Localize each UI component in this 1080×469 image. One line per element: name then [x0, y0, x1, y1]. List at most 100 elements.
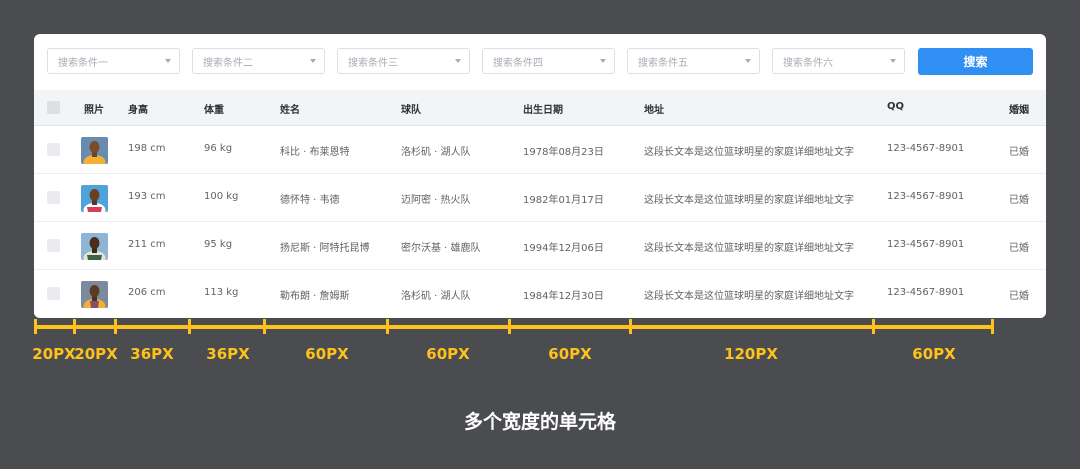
- measure-tick: [188, 319, 191, 334]
- measure-label: 36PX: [206, 345, 250, 363]
- cell-marital: 已婚: [1009, 195, 1029, 206]
- cell-name: 扬尼斯 · 阿特托昆博: [280, 243, 370, 254]
- cell-name: 勒布朗 · 詹姆斯: [280, 291, 350, 302]
- data-table-card: 搜索条件一 搜索条件二 搜索条件三 搜索条件四 搜索条件五 搜索条件六 搜索 照…: [34, 34, 1046, 318]
- search-condition-5-select[interactable]: 搜索条件五: [627, 48, 760, 74]
- cell-height: 193 cm: [128, 191, 166, 202]
- cell-name: 德怀特 · 韦德: [280, 195, 340, 206]
- row-checkbox[interactable]: [47, 287, 60, 300]
- measure-tick: [629, 319, 632, 334]
- search-condition-2-placeholder: 搜索条件二: [203, 58, 253, 69]
- measure-label: 60PX: [548, 345, 592, 363]
- chevron-down-icon: [310, 59, 316, 63]
- row-checkbox[interactable]: [47, 191, 60, 204]
- cell-team: 迈阿密 · 热火队: [401, 195, 471, 206]
- player-photo: [81, 281, 108, 308]
- chevron-down-icon: [455, 59, 461, 63]
- search-condition-6-placeholder: 搜索条件六: [783, 58, 833, 69]
- cell-name: 科比 · 布莱恩特: [280, 147, 350, 158]
- column-header-name[interactable]: 姓名: [280, 101, 300, 116]
- chevron-down-icon: [745, 59, 751, 63]
- player-avatar-icon: [81, 137, 108, 164]
- table-row[interactable]: 198 cm 96 kg 科比 · 布莱恩特 洛杉矶 · 湖人队 1978年08…: [34, 126, 1046, 174]
- search-condition-6-select[interactable]: 搜索条件六: [772, 48, 905, 74]
- select-all-checkbox[interactable]: [47, 101, 60, 114]
- measure-label: 60PX: [912, 345, 956, 363]
- column-width-measure-bar: [34, 319, 994, 335]
- column-header-address[interactable]: 地址: [644, 101, 664, 116]
- search-condition-1-placeholder: 搜索条件一: [58, 58, 108, 69]
- chevron-down-icon: [890, 59, 896, 63]
- figure-caption: 多个宽度的单元格: [463, 411, 616, 433]
- measure-tick: [73, 319, 76, 334]
- cell-address: 这段长文本是这位篮球明星的家庭详细地址文字: [644, 243, 854, 254]
- search-condition-5-placeholder: 搜索条件五: [638, 58, 688, 69]
- measure-tick: [386, 319, 389, 334]
- column-header-photo: 照片: [84, 105, 104, 116]
- measure-tick: [872, 319, 875, 334]
- cell-address: 这段长文本是这位篮球明星的家庭详细地址文字: [644, 291, 854, 302]
- player-avatar-icon: [81, 185, 108, 212]
- measure-label: 60PX: [305, 345, 349, 363]
- cell-birth-date: 1994年12月06日: [523, 243, 604, 254]
- cell-qq: 123-4567-8901: [887, 239, 965, 250]
- column-header-weight[interactable]: 体重: [204, 101, 224, 116]
- cell-weight: 100 kg: [204, 191, 239, 202]
- search-condition-4-placeholder: 搜索条件四: [493, 58, 543, 69]
- measure-line: [34, 325, 994, 329]
- cell-marital: 已婚: [1009, 291, 1029, 302]
- cell-marital: 已婚: [1009, 243, 1029, 254]
- column-header-marital[interactable]: 婚姻: [1009, 101, 1029, 116]
- measure-tick: [34, 319, 37, 334]
- measure-tick: [114, 319, 117, 334]
- search-condition-4-select[interactable]: 搜索条件四: [482, 48, 615, 74]
- column-header-qq[interactable]: QQ: [887, 101, 904, 112]
- measure-label: 60PX: [426, 345, 470, 363]
- row-checkbox[interactable]: [47, 239, 60, 252]
- measure-tick: [263, 319, 266, 334]
- chevron-down-icon: [600, 59, 606, 63]
- cell-marital: 已婚: [1009, 147, 1029, 158]
- cell-height: 206 cm: [128, 287, 166, 298]
- cell-qq: 123-4567-8901: [887, 287, 965, 298]
- cell-birth-date: 1978年08月23日: [523, 147, 604, 158]
- cell-team: 密尔沃基 · 雄鹿队: [401, 243, 481, 254]
- cell-weight: 95 kg: [204, 239, 233, 250]
- cell-team: 洛杉矶 · 湖人队: [401, 291, 471, 302]
- cell-qq: 123-4567-8901: [887, 191, 965, 202]
- column-header-birth-date[interactable]: 出生日期: [523, 101, 563, 116]
- table-header: 照片 身高 体重 姓名 球队 出生日期 地址 QQ 婚姻: [34, 90, 1046, 126]
- cell-qq: 123-4567-8901: [887, 143, 965, 154]
- search-condition-2-select[interactable]: 搜索条件二: [192, 48, 325, 74]
- cell-weight: 96 kg: [204, 143, 233, 154]
- chevron-down-icon: [165, 59, 171, 63]
- measure-tick: [508, 319, 511, 334]
- column-header-team[interactable]: 球队: [401, 101, 421, 116]
- search-condition-3-select[interactable]: 搜索条件三: [337, 48, 470, 74]
- search-toolbar: 搜索条件一 搜索条件二 搜索条件三 搜索条件四 搜索条件五 搜索条件六 搜索: [34, 34, 1046, 90]
- player-photo: [81, 233, 108, 260]
- cell-team: 洛杉矶 · 湖人队: [401, 147, 471, 158]
- cell-address: 这段长文本是这位篮球明星的家庭详细地址文字: [644, 147, 854, 158]
- table-row[interactable]: 193 cm 100 kg 德怀特 · 韦德 迈阿密 · 热火队 1982年01…: [34, 174, 1046, 222]
- player-avatar-icon: [81, 281, 108, 308]
- cell-height: 198 cm: [128, 143, 166, 154]
- player-photo: [81, 137, 108, 164]
- player-avatar-icon: [81, 233, 108, 260]
- cell-weight: 113 kg: [204, 287, 239, 298]
- measure-label: 120PX: [724, 345, 778, 363]
- measure-tick: [991, 319, 994, 334]
- cell-height: 211 cm: [128, 239, 166, 250]
- cell-birth-date: 1984年12月30日: [523, 291, 604, 302]
- table-row[interactable]: 206 cm 113 kg 勒布朗 · 詹姆斯 洛杉矶 · 湖人队 1984年1…: [34, 270, 1046, 318]
- search-button[interactable]: 搜索: [918, 48, 1033, 75]
- cell-address: 这段长文本是这位篮球明星的家庭详细地址文字: [644, 195, 854, 206]
- cell-birth-date: 1982年01月17日: [523, 195, 604, 206]
- player-photo: [81, 185, 108, 212]
- row-checkbox[interactable]: [47, 143, 60, 156]
- table-row[interactable]: 211 cm 95 kg 扬尼斯 · 阿特托昆博 密尔沃基 · 雄鹿队 1994…: [34, 222, 1046, 270]
- measure-label: 36PX: [130, 345, 174, 363]
- column-header-height[interactable]: 身高: [128, 101, 148, 116]
- search-condition-1-select[interactable]: 搜索条件一: [47, 48, 180, 74]
- search-condition-3-placeholder: 搜索条件三: [348, 58, 398, 69]
